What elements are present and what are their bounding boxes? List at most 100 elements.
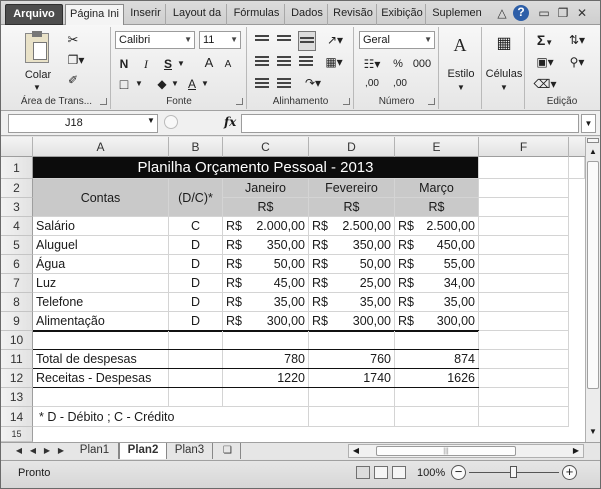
split-box[interactable]	[587, 138, 599, 143]
wrap-text-icon[interactable]: ↷▾	[300, 74, 326, 92]
row-header-14[interactable]: 14	[1, 407, 33, 427]
cell[interactable]	[479, 236, 569, 255]
tab-formulas[interactable]: Fórmulas	[229, 4, 285, 25]
align-top-icon[interactable]	[254, 33, 270, 51]
cell-styles-icon[interactable]: A	[449, 33, 471, 57]
column-header-f[interactable]: F	[479, 137, 569, 157]
bold-button[interactable]: N	[116, 55, 132, 73]
copy-icon[interactable]: ❐▾	[65, 51, 87, 69]
total-despesas-label[interactable]: Total de despesas	[33, 350, 169, 369]
sheet-tab-plan2[interactable]: Plan2	[119, 443, 167, 459]
row-header-10[interactable]: 10	[1, 331, 33, 350]
total-janeiro[interactable]: 780	[223, 350, 309, 369]
column-header-g[interactable]	[569, 137, 585, 157]
cell[interactable]	[479, 157, 569, 179]
first-sheet-icon[interactable]: ◀	[13, 444, 25, 458]
cell[interactable]	[479, 255, 569, 274]
receitas-despesas-label[interactable]: Receitas - Despesas	[33, 369, 169, 388]
conta-cell[interactable]: Salário	[33, 217, 169, 236]
scroll-right-icon[interactable]: ▶	[571, 445, 581, 457]
scroll-down-icon[interactable]: ▼	[586, 425, 600, 439]
paste-dropdown-icon[interactable]: ▼	[27, 79, 47, 97]
select-all-corner[interactable]	[1, 137, 33, 157]
cell[interactable]	[33, 331, 169, 350]
row-header-3[interactable]: 3	[1, 198, 33, 217]
normal-view-icon[interactable]	[356, 466, 370, 479]
cell[interactable]	[479, 179, 569, 198]
cell[interactable]	[479, 274, 569, 293]
sheet-title[interactable]: Planilha Orçamento Pessoal - 2013	[33, 157, 479, 179]
cell[interactable]	[479, 331, 569, 350]
alignment-launcher-icon[interactable]	[343, 98, 350, 105]
row-header-8[interactable]: 8	[1, 293, 33, 312]
value-cell[interactable]: R$ 2.000,00	[223, 217, 309, 236]
tab-suplementos[interactable]: Suplemen	[428, 4, 486, 25]
row-header-9[interactable]: 9	[1, 312, 33, 331]
cell[interactable]	[479, 388, 569, 407]
cells-icon[interactable]: ▦	[494, 33, 514, 55]
receitas-marco[interactable]: 1626	[395, 369, 479, 388]
header-dc[interactable]: (D/C)*	[169, 179, 223, 217]
conta-cell[interactable]: Alimentação	[33, 312, 169, 331]
cut-icon[interactable]: ✂	[65, 31, 81, 49]
decrease-indent-icon[interactable]	[254, 76, 270, 94]
cell[interactable]	[479, 217, 569, 236]
fill-icon[interactable]: ▣▾	[532, 53, 558, 71]
cell[interactable]	[479, 293, 569, 312]
decrease-decimal-button[interactable]: ,00	[387, 75, 413, 93]
horizontal-scroll-thumb[interactable]: |||	[376, 446, 516, 456]
cell[interactable]	[479, 350, 569, 369]
cell[interactable]	[569, 157, 585, 179]
font-color-dropdown-icon[interactable]: ▼	[200, 75, 210, 93]
vertical-scroll-thumb[interactable]	[587, 161, 599, 389]
tab-layout-da-pagina[interactable]: Layout da	[168, 4, 227, 25]
value-cell[interactable]: R$ 350,00	[223, 236, 309, 255]
dc-cell[interactable]: D	[169, 274, 223, 293]
receitas-janeiro[interactable]: 1220	[223, 369, 309, 388]
dc-cell[interactable]: D	[169, 255, 223, 274]
increase-decimal-button[interactable]: ,00	[359, 75, 385, 93]
merge-center-icon[interactable]: ▦▾	[320, 53, 348, 71]
dc-cell[interactable]: D	[169, 293, 223, 312]
tab-dados[interactable]: Dados	[287, 4, 328, 25]
name-box[interactable]: J18	[8, 114, 158, 133]
tab-revisao[interactable]: Revisão	[330, 4, 377, 25]
value-cell[interactable]: R$ 300,00	[223, 312, 309, 331]
expand-formula-bar-icon[interactable]: ▼	[581, 114, 596, 133]
header-month-fevereiro[interactable]: Fevereiro	[309, 179, 395, 198]
zoom-level[interactable]: 100%	[417, 467, 445, 479]
grow-font-button[interactable]: A	[200, 54, 218, 72]
horizontal-scrollbar[interactable]: ◀ ||| ▶	[348, 444, 584, 458]
legend-note[interactable]: * D - Débito ; C - Crédito	[33, 407, 223, 427]
header-currency-e[interactable]: R$	[395, 198, 479, 217]
formula-input[interactable]	[241, 114, 579, 133]
orientation-icon[interactable]: ↗▾	[322, 31, 348, 49]
value-cell[interactable]: R$ 350,00	[309, 236, 395, 255]
name-box-dropdown-icon[interactable]: ▼	[147, 116, 155, 125]
align-middle-icon[interactable]	[276, 33, 292, 51]
align-bottom-icon[interactable]	[298, 31, 316, 51]
align-center-icon[interactable]	[276, 54, 292, 72]
percent-button[interactable]: %	[391, 55, 405, 73]
next-sheet-icon[interactable]: ▶	[41, 444, 53, 458]
dc-cell[interactable]: C	[169, 217, 223, 236]
cell[interactable]	[309, 388, 395, 407]
number-launcher-icon[interactable]	[428, 98, 435, 105]
font-name-combo[interactable]: Calibri ▼	[115, 31, 195, 49]
zoom-slider-thumb[interactable]	[510, 466, 517, 478]
row-header-11[interactable]: 11	[1, 350, 33, 369]
cancel-formula-icon[interactable]	[164, 115, 178, 129]
insert-function-icon[interactable]: fx	[224, 115, 236, 129]
total-marco[interactable]: 874	[395, 350, 479, 369]
column-header-e[interactable]: E	[395, 137, 479, 157]
chevron-down-icon[interactable]: ▼	[545, 38, 553, 47]
cell[interactable]	[169, 331, 223, 350]
tab-exibicao[interactable]: Exibição	[379, 4, 426, 25]
cell[interactable]	[33, 388, 169, 407]
value-cell[interactable]: R$ 35,00	[395, 293, 479, 312]
paste-icon[interactable]	[25, 31, 49, 63]
header-currency-d[interactable]: R$	[309, 198, 395, 217]
row-header-5[interactable]: 5	[1, 236, 33, 255]
conta-cell[interactable]: Telefone	[33, 293, 169, 312]
cell[interactable]	[395, 388, 479, 407]
